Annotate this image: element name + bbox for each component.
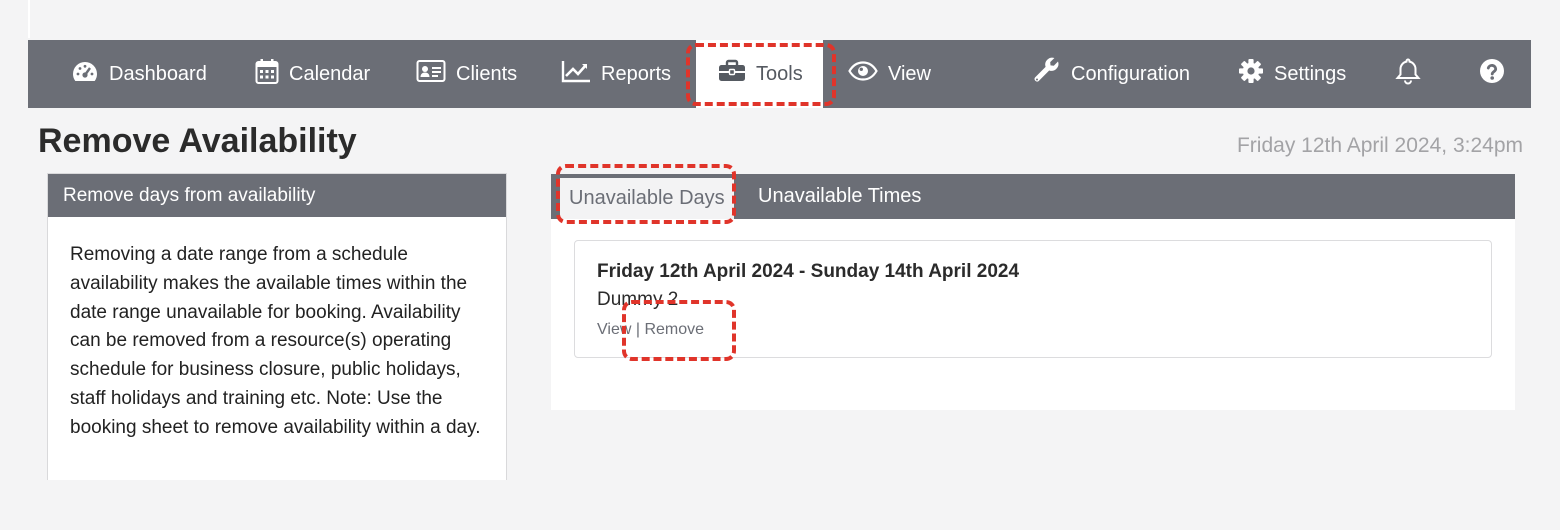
entry-actions: View | Remove [597,321,704,339]
nav-dashboard[interactable]: Dashboard [71,40,207,108]
clients-icon [416,59,446,89]
main-navbar: Dashboard Calendar Clients Reports Tools… [28,40,1531,108]
toolbox-icon [718,59,746,89]
bottom-overflow-strip [28,480,1531,530]
nav-reports-label: Reports [601,62,672,85]
nav-dashboard-label: Dashboard [109,62,207,85]
view-link[interactable]: View [597,321,631,338]
nav-settings[interactable]: Settings [1238,40,1346,108]
nav-settings-label: Settings [1274,62,1347,85]
dashboard-icon [71,59,99,89]
nav-calendar[interactable]: Calendar [255,40,370,108]
calendar-icon [255,58,279,91]
tab-unavailable-times[interactable]: Unavailable Times [758,174,921,219]
nav-clients[interactable]: Clients [416,40,517,108]
nav-tools-label: Tools [756,62,803,85]
bell-icon [1394,57,1422,91]
help-icon [1479,58,1505,90]
nav-view[interactable]: View [848,40,931,108]
nav-calendar-label: Calendar [289,62,371,85]
info-card-body: Removing a date range from a schedule av… [70,244,481,438]
nav-tools[interactable]: Tools [696,40,823,108]
wrench-icon [1033,57,1061,91]
entry-date-range: Friday 12th April 2024 - Sunday 14th Apr… [597,261,1020,282]
window-divider [28,0,30,38]
nav-configuration-label: Configuration [1071,62,1190,85]
gear-icon [1238,58,1264,90]
unavailable-day-entry: Friday 12th April 2024 - Sunday 14th Apr… [574,240,1492,358]
current-datetime: Friday 12th April 2024, 3:24pm [1236,134,1523,157]
info-card: Remove days from availability Removing a… [47,173,507,493]
entry-resource-name: Dummy 2 [597,289,679,310]
reports-icon [561,59,591,89]
nav-configuration[interactable]: Configuration [1033,40,1190,108]
availability-tabs: Unavailable Days Unavailable Times [551,174,1515,219]
nav-clients-label: Clients [456,62,518,85]
eye-icon [848,61,878,87]
notifications-button[interactable] [1394,40,1422,108]
info-card-heading: Remove days from availability [48,174,506,217]
nav-reports[interactable]: Reports [561,40,671,108]
tab-unavailable-days[interactable]: Unavailable Days [560,178,734,219]
action-separator: | [635,321,640,338]
help-button[interactable] [1479,40,1505,108]
remove-link[interactable]: Remove [644,321,704,338]
nav-view-label: View [888,62,931,85]
tab-panel-unavailable-days: Friday 12th April 2024 - Sunday 14th Apr… [551,219,1515,410]
page-title: Remove Availability [38,122,357,160]
